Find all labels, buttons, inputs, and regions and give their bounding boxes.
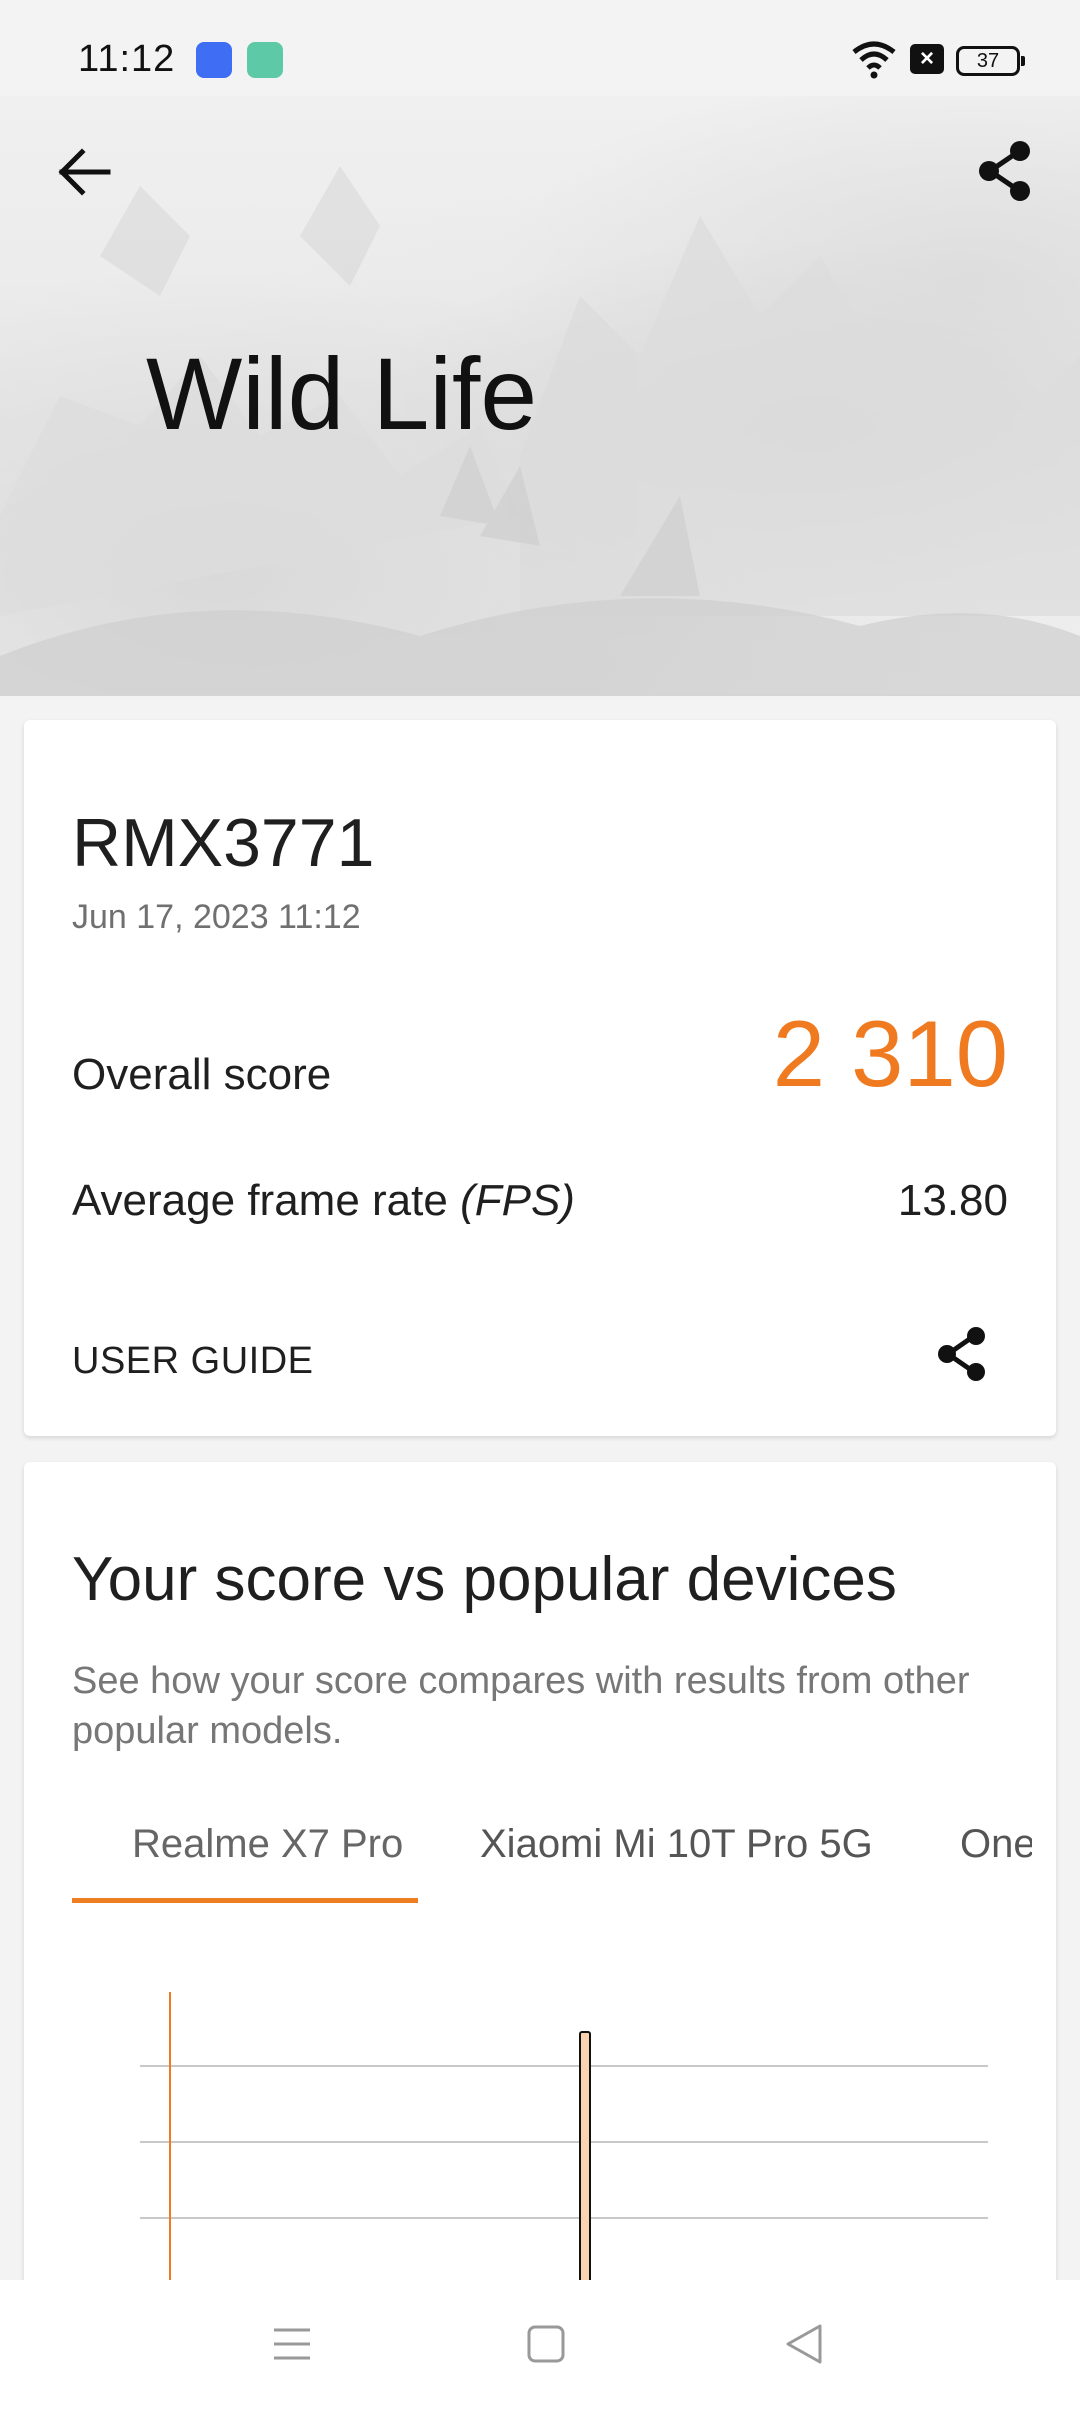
overall-score-label: Overall score	[72, 1050, 332, 1099]
comparison-card: Your score vs popular devices See how yo…	[24, 1462, 1056, 2412]
chart-bar-rmx3771	[579, 2031, 591, 2292]
status-bar: 11:12 × 37	[0, 0, 1080, 96]
fps-label-unit: (FPS)	[460, 1176, 575, 1225]
menu-icon	[274, 2328, 310, 2360]
test-date: Jun 17, 2023 11:12	[72, 898, 361, 936]
user-guide-link[interactable]: USER GUIDE	[72, 1340, 313, 1383]
hero-banner: Wild Life	[0, 96, 1080, 696]
no-sim-icon: ×	[910, 44, 944, 74]
tab-xiaomi-mi-10t-pro-5g[interactable]: Xiaomi Mi 10T Pro 5G	[480, 1822, 873, 1867]
tab-realme-x7-pro[interactable]: Realme X7 Pro	[132, 1822, 403, 1867]
share-result-button[interactable]	[930, 1322, 994, 1386]
home-button[interactable]	[526, 2324, 566, 2364]
selected-tab-indicator	[72, 1898, 418, 1903]
recent-apps-button[interactable]	[272, 2324, 312, 2364]
system-nav-bar	[0, 2280, 1080, 2412]
fps-label-main: Average frame rate	[72, 1176, 461, 1225]
device-tabs: Realme X7 Pro Xiaomi Mi 10T Pro 5G One	[72, 1822, 1032, 1892]
comparison-chart	[140, 1992, 988, 2292]
comparison-title: Your score vs popular devices	[72, 1545, 897, 1614]
back-button[interactable]	[52, 140, 116, 204]
result-card: RMX3771 Jun 17, 2023 11:12 Overall score…	[24, 720, 1056, 1436]
fps-label: Average frame rate (FPS)	[72, 1176, 575, 1226]
comparison-subtitle: See how your score compares with results…	[72, 1660, 970, 1752]
system-back-button[interactable]	[784, 2322, 824, 2366]
hotspot-app-icon	[196, 42, 232, 78]
overall-score-value: 2 310	[772, 1001, 1008, 1106]
page-title: Wild Life	[146, 337, 538, 451]
share-icon	[979, 141, 1030, 201]
back-triangle-icon	[786, 2324, 822, 2364]
status-time: 11:12	[78, 38, 176, 80]
share-icon	[938, 1327, 985, 1381]
share-button[interactable]	[970, 136, 1040, 206]
app-icon	[247, 42, 283, 78]
device-name: RMX3771	[72, 805, 375, 881]
battery-icon: 37	[956, 46, 1025, 76]
wifi-icon	[852, 41, 896, 79]
fps-value: 13.80	[897, 1176, 1008, 1225]
home-icon	[527, 2325, 565, 2363]
tab-oneplus[interactable]: One	[960, 1822, 1032, 1867]
